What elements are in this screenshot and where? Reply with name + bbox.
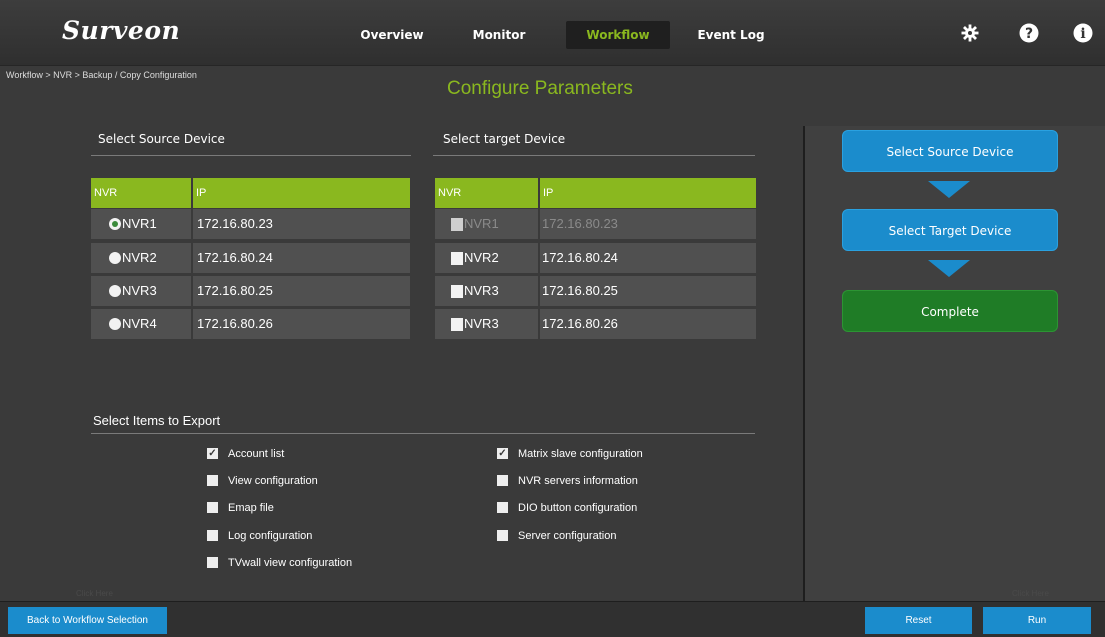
radio-nvr3[interactable]	[109, 285, 121, 297]
checkbox-log-configuration[interactable]	[207, 530, 218, 541]
svg-text:i: i	[1080, 26, 1085, 42]
checkbox-dio-button-configuration[interactable]	[497, 502, 508, 513]
nav-overview[interactable]: Overview	[356, 21, 428, 49]
target-col-ip: IP	[540, 178, 756, 208]
step-select-target-device[interactable]: Select Target Device	[842, 209, 1058, 251]
app-logo: Surveon	[62, 16, 181, 45]
run-button[interactable]: Run	[983, 607, 1091, 634]
target-section-title: Select target Device	[433, 132, 755, 156]
page-title: Configure Parameters	[447, 78, 633, 99]
back-to-workflow-selection-button[interactable]: Back to Workflow Selection	[8, 607, 167, 634]
breadcrumb: Workflow > NVR > Backup / Copy Configura…	[6, 70, 197, 80]
radio-nvr2[interactable]	[109, 252, 121, 264]
nav-event-log[interactable]: Event Log	[694, 21, 768, 49]
gear-icon[interactable]	[959, 22, 981, 44]
help-icon[interactable]: ?	[1018, 22, 1040, 44]
source-col-nvr: NVR	[91, 178, 191, 208]
radio-nvr4[interactable]	[109, 318, 121, 330]
checkbox-target-nvr1	[451, 218, 463, 231]
step-complete[interactable]: Complete	[842, 290, 1058, 332]
target-col-nvr: NVR	[435, 178, 538, 208]
top-bar: Surveon Overview Monitor Workflow Event …	[0, 0, 1105, 66]
info-icon[interactable]: i	[1072, 22, 1094, 44]
radio-nvr1[interactable]	[109, 218, 121, 230]
checkbox-account-list[interactable]: ✓	[207, 448, 218, 459]
nav-monitor[interactable]: Monitor	[466, 21, 532, 49]
checkbox-target-nvr2[interactable]	[451, 252, 463, 265]
click-here-hint-right: Click Here	[1012, 589, 1049, 598]
click-here-hint-left: Click Here	[76, 589, 113, 598]
checkbox-tvwall-view-configuration[interactable]	[207, 557, 218, 568]
checkbox-matrix-slave-configuration[interactable]: ✓	[497, 448, 508, 459]
checkbox-target-nvr4[interactable]	[451, 318, 463, 331]
checkbox-target-nvr3[interactable]	[451, 285, 463, 298]
arrow-down-icon	[928, 181, 970, 198]
svg-text:?: ?	[1025, 26, 1033, 42]
source-section-title: Select Source Device	[91, 132, 411, 156]
arrow-down-icon	[928, 260, 970, 277]
checkbox-nvr-servers-information[interactable]	[497, 475, 508, 486]
step-select-source-device[interactable]: Select Source Device	[842, 130, 1058, 172]
checkbox-emap-file[interactable]	[207, 502, 218, 513]
checkbox-view-configuration[interactable]	[207, 475, 218, 486]
nav-workflow[interactable]: Workflow	[566, 21, 670, 49]
checkbox-server-configuration[interactable]	[497, 530, 508, 541]
source-col-ip: IP	[193, 178, 410, 208]
export-section-title: Select Items to Export	[91, 413, 755, 434]
reset-button[interactable]: Reset	[865, 607, 972, 634]
